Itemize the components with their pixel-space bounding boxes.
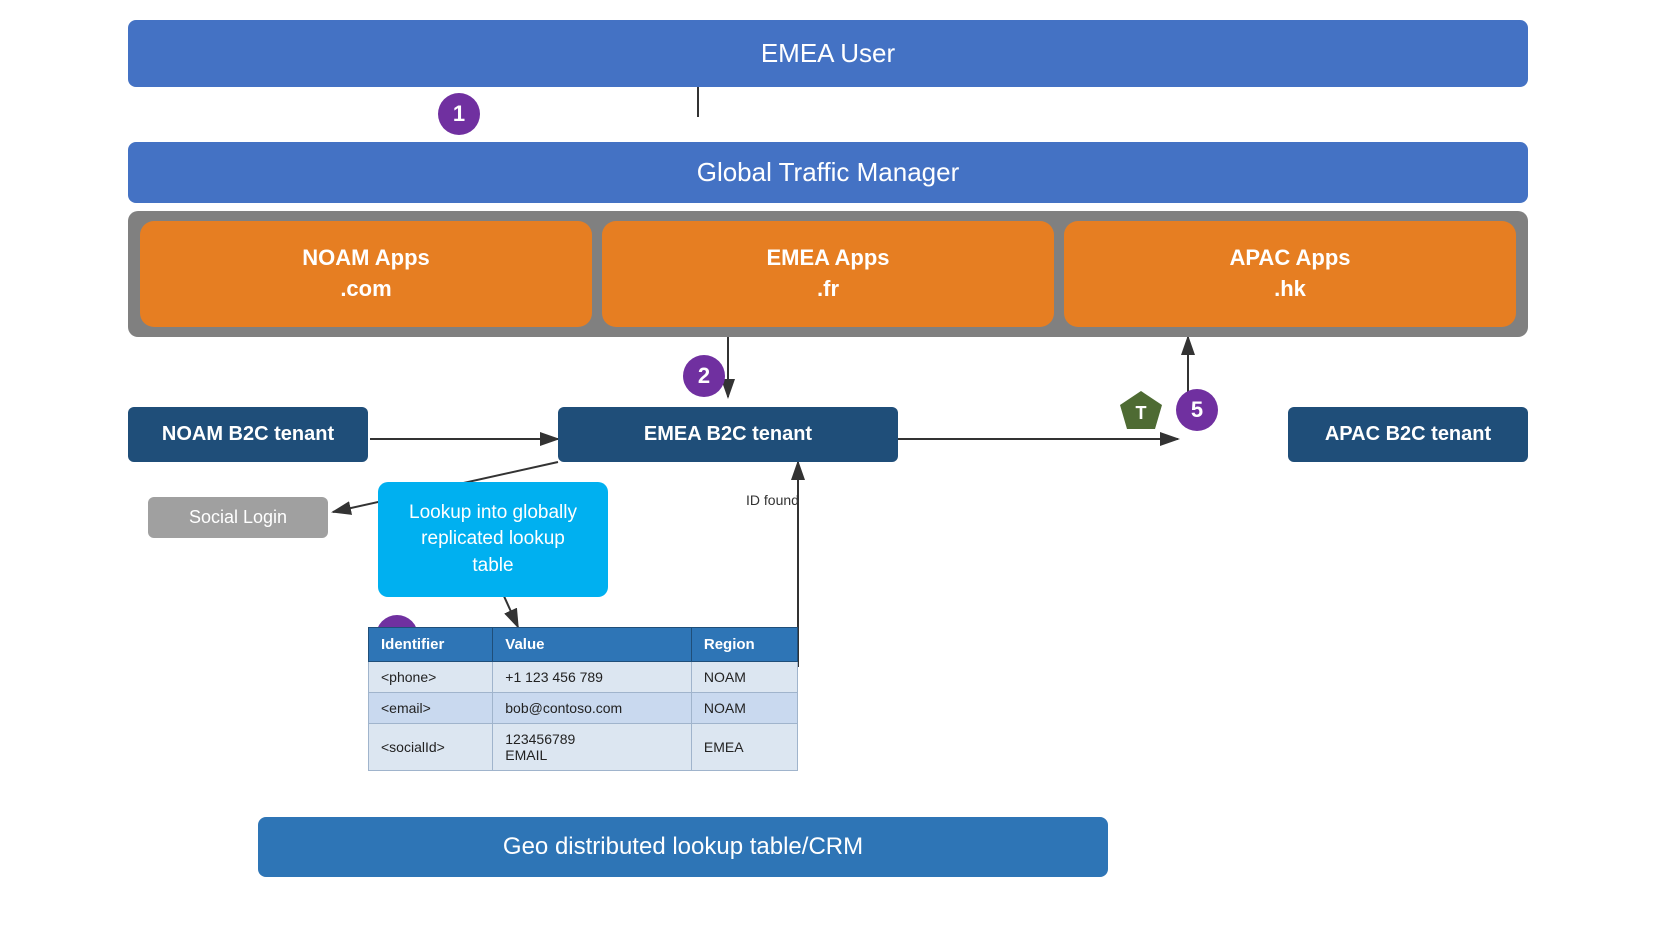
social-login-box: Social Login bbox=[148, 497, 328, 538]
noam-apps-line1: NOAM Apps bbox=[150, 243, 582, 274]
row1-value: +1 123 456 789 bbox=[493, 661, 692, 692]
apac-apps-line2: .hk bbox=[1074, 274, 1506, 305]
step-1-circle: 1 bbox=[438, 93, 480, 135]
middle-section: NOAM B2C tenant 2 EMEA B2C tenant APAC B… bbox=[128, 337, 1528, 897]
step-5-circle: 5 bbox=[1176, 389, 1218, 431]
emea-user-bar: EMEA User bbox=[128, 20, 1528, 87]
noam-b2c-label: NOAM B2C tenant bbox=[162, 423, 334, 445]
row2-identifier: <email> bbox=[369, 692, 493, 723]
row2-value: bob@contoso.com bbox=[493, 692, 692, 723]
emea-user-label: EMEA User bbox=[761, 38, 895, 68]
row3-value: 123456789EMAIL bbox=[493, 723, 692, 770]
pentagon-t-icon: T bbox=[1118, 389, 1164, 435]
step-2-circle: 2 bbox=[683, 355, 725, 397]
svg-text:T: T bbox=[1136, 403, 1147, 423]
noam-apps-line2: .com bbox=[150, 274, 582, 305]
table-row: <phone> +1 123 456 789 NOAM bbox=[369, 661, 798, 692]
social-login-label: Social Login bbox=[189, 507, 287, 527]
lookup-table: Identifier Value Region <phone> +1 123 4… bbox=[368, 627, 798, 771]
lookup-tooltip-text: Lookup into globally replicated lookup t… bbox=[409, 502, 577, 576]
col-identifier: Identifier bbox=[369, 627, 493, 661]
emea-apps-line1: EMEA Apps bbox=[612, 243, 1044, 274]
row1-region: NOAM bbox=[691, 661, 797, 692]
emea-b2c-tenant: EMEA B2C tenant bbox=[558, 407, 898, 462]
row3-identifier: <socialId> bbox=[369, 723, 493, 770]
emea-b2c-label: EMEA B2C tenant bbox=[644, 423, 812, 445]
connector-svg-1 bbox=[128, 87, 1528, 142]
apac-apps-box: APAC Apps .hk bbox=[1064, 221, 1516, 327]
gtm-bar: Global Traffic Manager bbox=[128, 142, 1528, 203]
noam-b2c-tenant: NOAM B2C tenant bbox=[128, 407, 368, 462]
apac-apps-line1: APAC Apps bbox=[1074, 243, 1506, 274]
id-found-label: ID found bbox=[746, 492, 799, 508]
data-table-container: Identifier Value Region <phone> +1 123 4… bbox=[368, 627, 798, 771]
emea-apps-line2: .fr bbox=[612, 274, 1044, 305]
geo-bar: Geo distributed lookup table/CRM bbox=[258, 817, 1108, 877]
table-row: <email> bob@contoso.com NOAM bbox=[369, 692, 798, 723]
geo-bar-label: Geo distributed lookup table/CRM bbox=[503, 833, 863, 860]
apps-row: NOAM Apps .com EMEA Apps .fr APAC Apps .… bbox=[128, 211, 1528, 337]
apac-b2c-tenant: APAC B2C tenant bbox=[1288, 407, 1528, 462]
table-row: <socialId> 123456789EMAIL EMEA bbox=[369, 723, 798, 770]
noam-apps-box: NOAM Apps .com bbox=[140, 221, 592, 327]
emea-apps-box: EMEA Apps .fr bbox=[602, 221, 1054, 327]
gtm-label: Global Traffic Manager bbox=[697, 157, 960, 187]
col-value: Value bbox=[493, 627, 692, 661]
row1-identifier: <phone> bbox=[369, 661, 493, 692]
lookup-tooltip: Lookup into globally replicated lookup t… bbox=[378, 482, 608, 598]
apac-b2c-label: APAC B2C tenant bbox=[1325, 423, 1491, 445]
col-region: Region bbox=[691, 627, 797, 661]
row2-region: NOAM bbox=[691, 692, 797, 723]
row3-region: EMEA bbox=[691, 723, 797, 770]
diagram-container: EMEA User 1 Global Traffic Manager NOAM … bbox=[0, 0, 1656, 930]
